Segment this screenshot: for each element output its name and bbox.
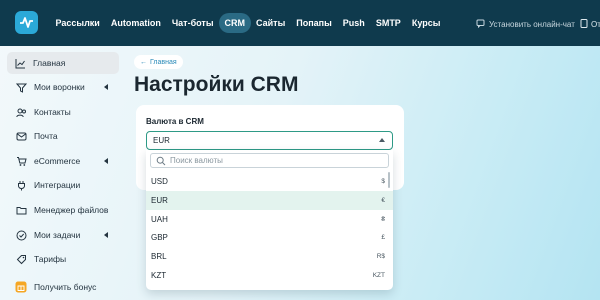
tasks-icon [15,229,27,241]
currency-option-usd[interactable]: USD $ [146,172,393,191]
sidebar-item-label: Мои воронки [34,82,85,92]
nav-item-mailings[interactable]: Рассылки [50,13,105,33]
top-navigation-bar: Рассылки Automation Чат-боты CRM Сайты П… [0,0,600,46]
currency-search-placeholder: Поиск валюты [170,156,223,165]
option-symbol: R$ [376,253,385,260]
sidebar-item-integrations[interactable]: Интеграции [8,174,118,196]
sidebar-item-ecommerce[interactable]: eCommerce [8,150,118,172]
breadcrumb[interactable]: ← Главная [134,55,183,69]
option-symbol: ₴ [381,216,385,223]
option-symbol: £ [381,234,385,241]
chevron-left-icon [104,158,108,164]
logo-icon[interactable] [15,11,38,34]
currency-select[interactable]: EUR [146,131,393,150]
nav-item-courses[interactable]: Курсы [406,13,446,33]
chat-icon [476,19,485,30]
sidebar-item-mail[interactable]: Почта [8,125,118,147]
sidebar-item-contacts[interactable]: Контакты [8,101,118,123]
currency-select-value: EUR [153,136,170,145]
chevron-left-icon [104,232,108,238]
sidebar-item-funnels[interactable]: Мои воронки [8,76,118,98]
sidebar-item-label: eCommerce [34,156,81,166]
folder-icon [15,204,27,216]
sidebar-item-tariffs[interactable]: Тарифы [8,248,118,270]
page-title: Настройки CRM [134,73,299,96]
sidebar-item-label: Мои задачи [34,230,81,240]
currency-option-brl[interactable]: BRL R$ [146,247,393,266]
sidebar-item-label: Получить бонус [34,282,97,292]
option-code: GBP [151,233,168,242]
option-code: USD [151,177,168,186]
sidebar-item-label: Главная [33,58,66,68]
sidebar-item-bonus[interactable]: Получить бонус [8,276,118,298]
currency-label: Валюта в CRM [146,117,204,126]
search-icon [156,156,166,166]
contacts-icon [15,106,27,118]
sidebar-item-home[interactable]: Главная [7,52,119,74]
currency-option-eur[interactable]: EUR € [146,191,393,210]
option-code: KZT [151,271,167,280]
sidebar-item-tasks[interactable]: Мои задачи [8,224,118,246]
sidebar-item-label: Почта [34,131,58,141]
nav-item-popups[interactable]: Попапы [291,13,338,33]
sidebar-item-label: Тарифы [34,254,67,264]
nav-item-crm[interactable]: CRM [219,13,251,33]
install-chat-label: Установить онлайн-чат [489,20,575,29]
option-symbol: KZT [372,272,385,279]
option-code: UAH [151,215,168,224]
currency-dropdown: Поиск валюты USD $ EUR € UAH ₴ GBP £ BRL… [146,150,393,290]
nav-item-sites[interactable]: Сайты [251,13,291,33]
nav-item-chatbots[interactable]: Чат-боты [166,13,219,33]
option-symbol: € [381,197,385,204]
sidebar-item-label: Менеджер файлов [34,205,109,215]
currency-search-input[interactable]: Поиск валюты [150,153,389,168]
install-chat-link[interactable]: Установить онлайн-чат [476,19,575,30]
nav-item-cut-label: От [591,20,600,29]
nav-item-automation[interactable]: Automation [105,13,166,33]
currency-option-uah[interactable]: UAH ₴ [146,210,393,229]
nav-item-push[interactable]: Push [337,13,370,33]
cart-icon [15,155,27,167]
currency-option-gbp[interactable]: GBP £ [146,228,393,247]
chevron-up-icon [379,138,385,142]
tariffs-icon [15,253,27,265]
integrations-icon [15,179,27,191]
nav-item-cut[interactable]: От [580,19,600,30]
breadcrumb-label: Главная [150,58,177,66]
main-nav: Рассылки Automation Чат-боты CRM Сайты П… [50,13,446,33]
option-symbol: $ [381,178,385,185]
option-code: EUR [151,196,168,205]
arrow-left-icon: ← [140,58,147,66]
mail-icon [15,130,27,142]
sidebar-item-label: Интеграции [34,180,81,190]
funnel-icon [15,81,27,93]
chart-line-icon [14,57,26,69]
gift-icon [15,281,27,293]
currency-option-kzt[interactable]: KZT KZT [146,266,393,285]
sidebar-item-label: Контакты [34,107,71,117]
nav-item-smtp[interactable]: SMTP [370,13,406,33]
chevron-left-icon [104,84,108,90]
option-code: BRL [151,252,167,261]
doc-icon [580,19,588,30]
sidebar-item-file-manager[interactable]: Менеджер файлов [8,199,118,221]
